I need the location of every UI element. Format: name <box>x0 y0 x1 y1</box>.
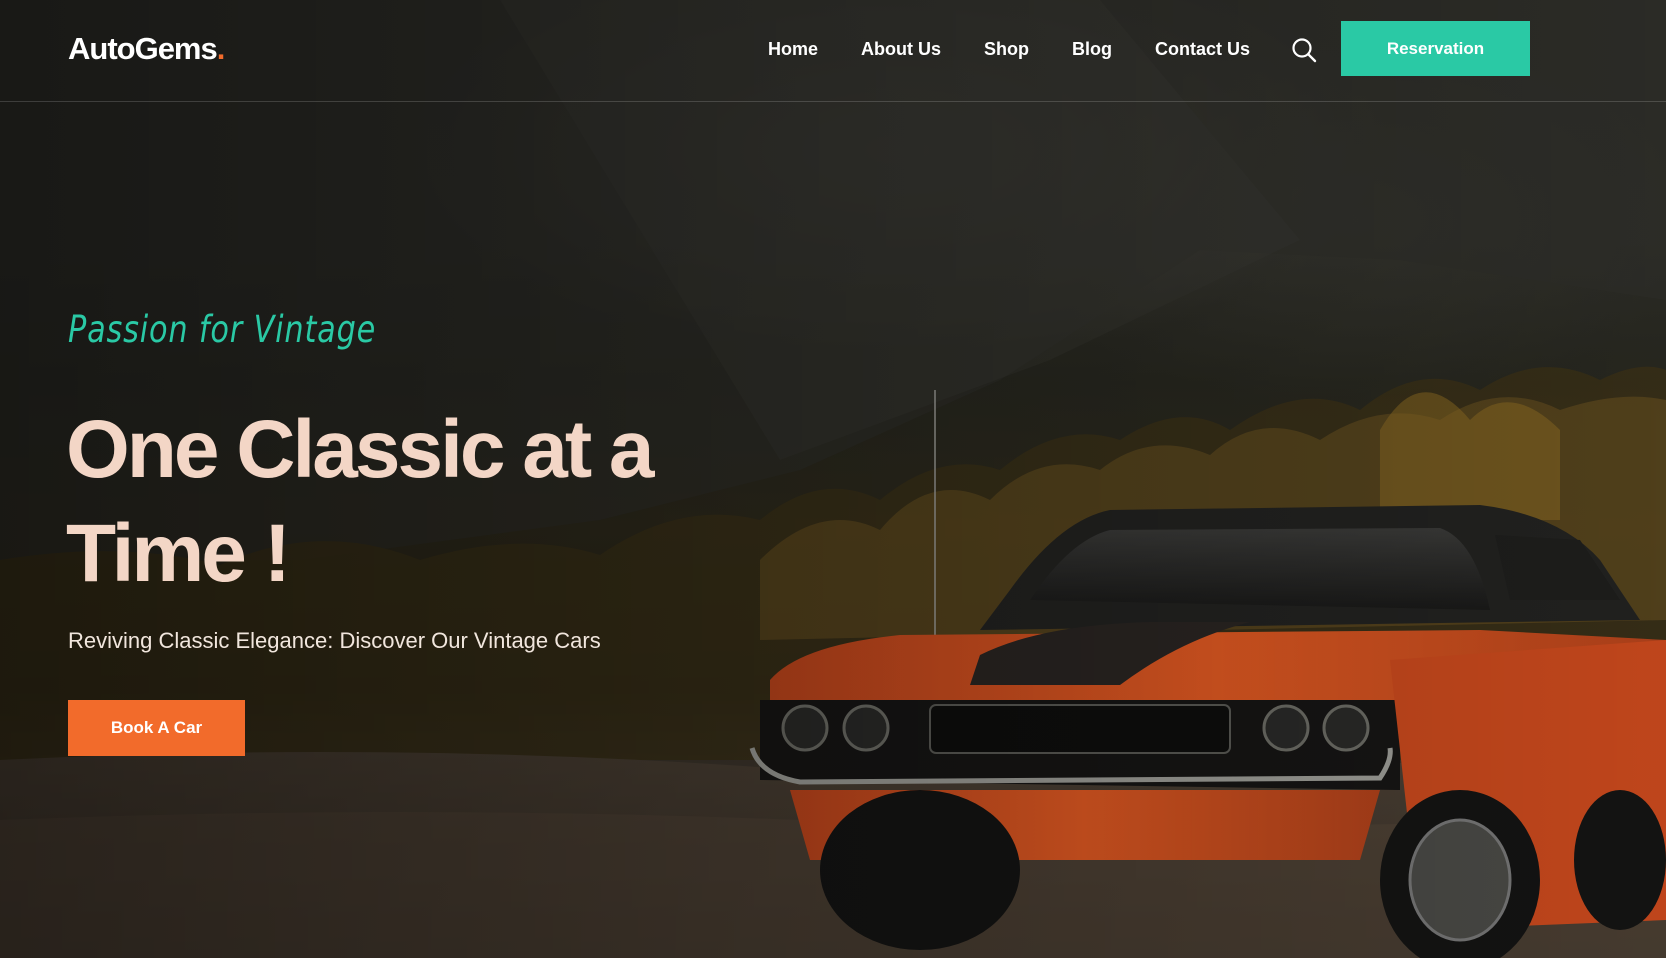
search-icon[interactable] <box>1290 36 1318 64</box>
logo-dot: . <box>216 31 226 66</box>
site-header: AutoGems. Home About Us Shop Blog Contac… <box>0 0 1666 102</box>
hero-headline: One Classic at a Time ! <box>66 404 655 599</box>
logo[interactable]: AutoGems. <box>68 30 226 68</box>
logo-text: AutoGems <box>68 31 218 66</box>
nav-item-contact-us[interactable]: Contact Us <box>1155 36 1250 62</box>
main-nav: Home About Us Shop Blog Contact Us <box>768 36 1250 62</box>
reservation-button[interactable]: Reservation <box>1341 21 1530 76</box>
hero-tagline: Passion for Vintage <box>68 308 377 351</box>
nav-item-blog[interactable]: Blog <box>1072 36 1112 62</box>
hero-subheadline: Reviving Classic Elegance: Discover Our … <box>68 628 601 653</box>
nav-item-shop[interactable]: Shop <box>984 36 1029 62</box>
nav-item-home[interactable]: Home <box>768 36 818 62</box>
nav-item-about-us[interactable]: About Us <box>861 36 941 62</box>
book-a-car-button[interactable]: Book A Car <box>68 700 245 756</box>
